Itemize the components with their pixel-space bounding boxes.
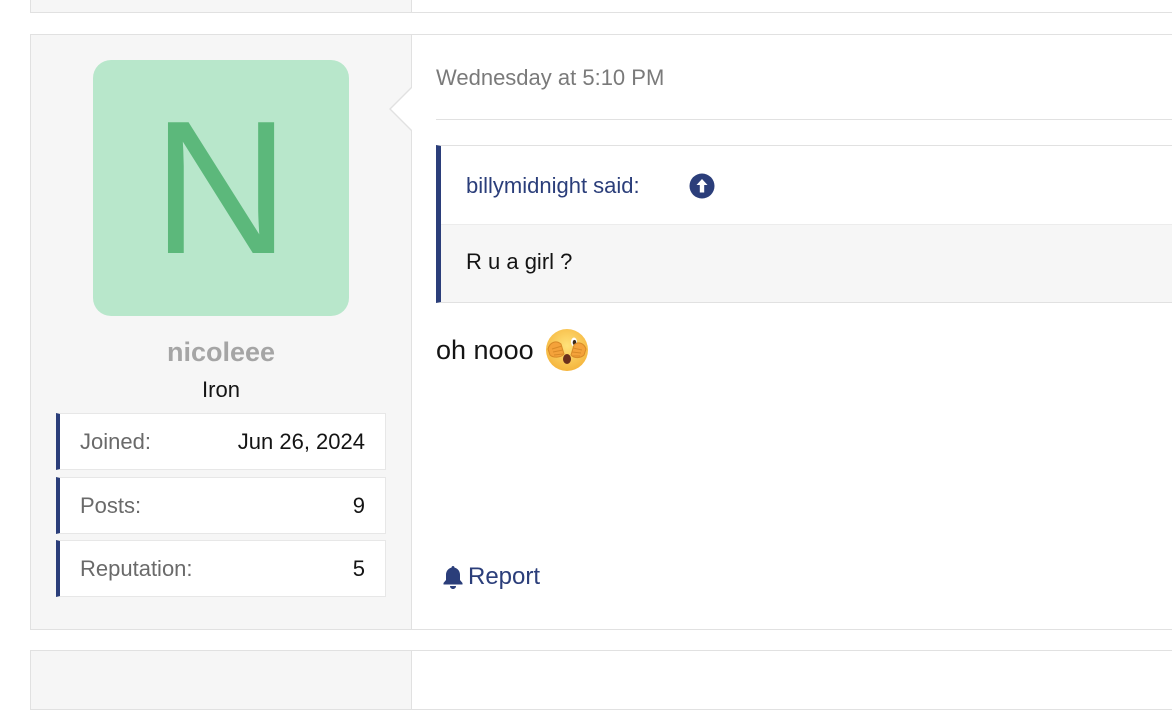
next-post-user-column [31, 651, 412, 709]
stat-posts-value: 9 [352, 493, 365, 518]
stat-posts: Posts: 9 [56, 477, 386, 534]
next-post [30, 650, 1172, 710]
report-link[interactable]: Report [442, 563, 540, 591]
post: N nicoleee Iron Joined: Jun 26, 2024 Pos… [30, 34, 1172, 630]
post-date[interactable]: Wednesday at 5:10 PM [436, 65, 664, 91]
face-with-open-eyes-and-hand-over-mouth-icon [544, 327, 590, 373]
message-body: oh nooo [436, 327, 590, 373]
avatar[interactable]: N [93, 60, 349, 316]
bell-icon [442, 565, 464, 589]
user-title: Iron [202, 377, 240, 402]
message-text: oh nooo [436, 334, 534, 365]
previous-post-user-column [31, 0, 412, 12]
post-user-column: N nicoleee Iron Joined: Jun 26, 2024 Pos… [31, 35, 412, 629]
quote-author-link[interactable]: billymidnight said: [466, 173, 640, 199]
date-divider [436, 119, 1172, 120]
stat-reputation-value: 5 [352, 556, 365, 581]
quote-block: billymidnight said: R u a girl ? [436, 145, 1172, 303]
stat-joined: Joined: Jun 26, 2024 [56, 413, 386, 470]
stat-joined-value: Jun 26, 2024 [237, 429, 365, 454]
report-label[interactable]: Report [468, 563, 540, 591]
arrow-up-circle-icon[interactable] [689, 173, 715, 199]
stat-posts-label: Posts: [80, 493, 142, 518]
user-arrow-inner [391, 88, 412, 130]
quote-text: R u a girl ? [466, 249, 573, 274]
stat-reputation: Reputation: 5 [56, 540, 386, 597]
stat-reputation-label: Reputation: [80, 556, 193, 581]
previous-post [30, 0, 1172, 13]
username[interactable]: nicoleee [31, 337, 411, 368]
post-message-column: Wednesday at 5:10 PM billymidnight said:… [412, 35, 1172, 629]
quote-header: billymidnight said: [441, 146, 1172, 225]
stat-joined-label: Joined: [80, 429, 151, 454]
quote-body: R u a girl ? [441, 225, 1172, 302]
